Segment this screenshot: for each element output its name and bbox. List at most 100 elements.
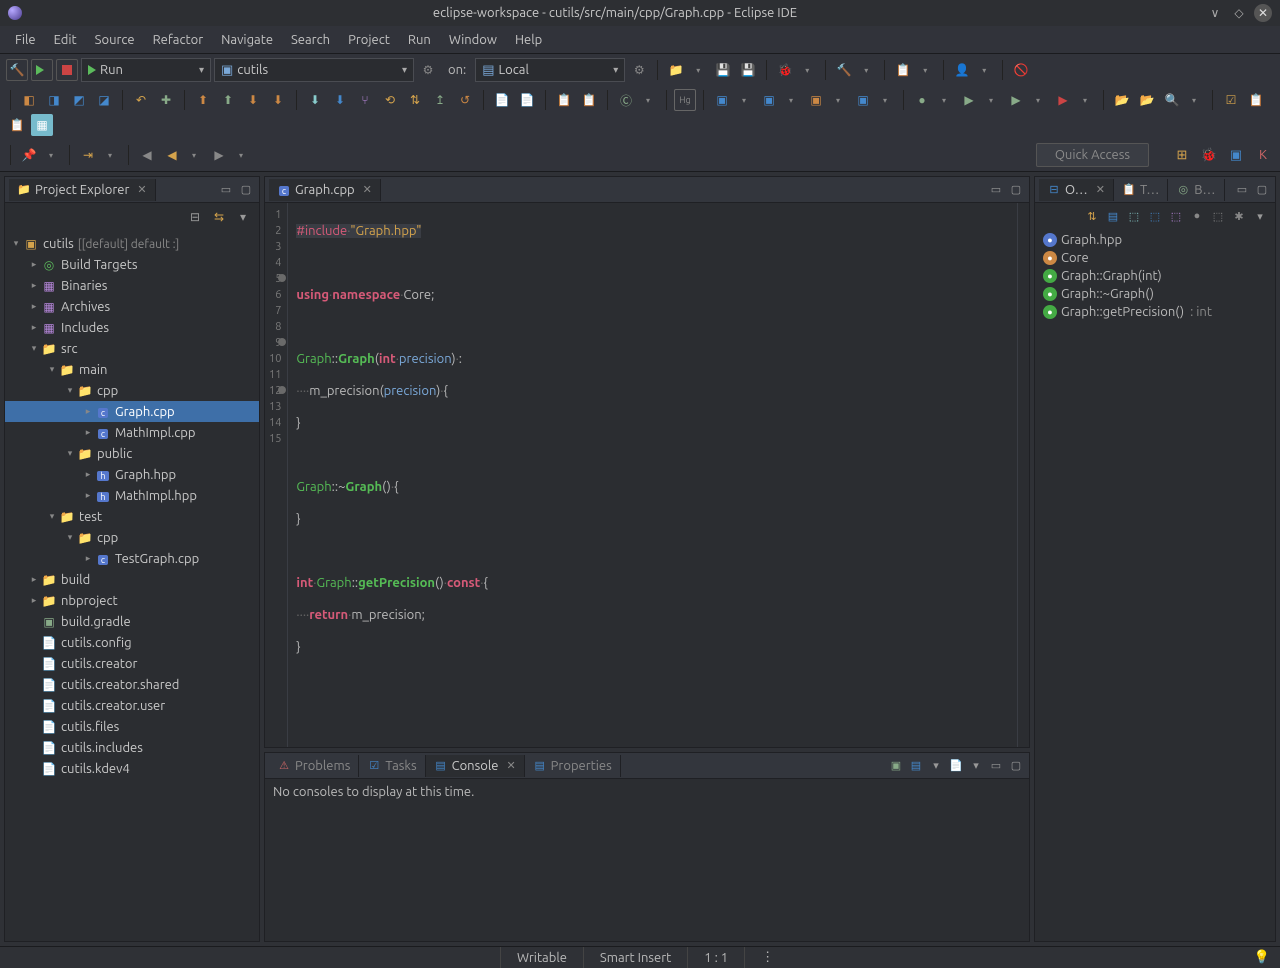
tb2-2[interactable]: ◨: [43, 89, 65, 111]
profile-dropdown[interactable]: ▾: [973, 59, 995, 81]
close-tab-icon[interactable]: ✕: [506, 759, 515, 772]
tree-item[interactable]: ▣build.gradle: [5, 611, 259, 632]
menu-run[interactable]: Run: [399, 29, 440, 51]
tree-item[interactable]: ▾📁cpp: [5, 380, 259, 401]
tb2-class[interactable]: Ⓒ: [615, 89, 637, 111]
tb3-nav[interactable]: ⇥: [77, 144, 99, 166]
tb2-f1[interactable]: 📄: [491, 89, 513, 111]
close-button[interactable]: ✕: [1254, 4, 1272, 22]
tasklist-tab[interactable]: 📋T…: [1114, 179, 1168, 201]
tb2-t1[interactable]: ☑: [1220, 89, 1242, 111]
debug-button[interactable]: 🐞: [774, 59, 796, 81]
menu-search[interactable]: Search: [282, 29, 339, 51]
new-dropdown[interactable]: ▾: [687, 59, 709, 81]
host-config-button[interactable]: ⚙: [628, 59, 650, 81]
tb3-pin[interactable]: 📌: [18, 144, 40, 166]
tree-item[interactable]: 📄cutils.creator: [5, 653, 259, 674]
launch-config-combo[interactable]: Run: [81, 58, 211, 82]
tb2-f2[interactable]: 📄: [516, 89, 538, 111]
hammer-button[interactable]: 🔨: [833, 59, 855, 81]
console-new-button[interactable]: 📄: [947, 757, 965, 775]
editor-tab-graph-cpp[interactable]: Graph.cpp ✕: [269, 179, 381, 201]
outline-list[interactable]: ●Graph.hpp●Core●Graph::Graph(int)●Graph:…: [1035, 229, 1275, 941]
tree-item[interactable]: ▾📁main: [5, 359, 259, 380]
tb2-reset[interactable]: ↺: [454, 89, 476, 111]
ol-sort[interactable]: ⇅: [1083, 207, 1101, 225]
outline-item[interactable]: ●Graph::getPrecision(): int: [1039, 303, 1271, 321]
tb2-fetch[interactable]: ⬇: [329, 89, 351, 111]
tree-item[interactable]: 📄cutils.includes: [5, 737, 259, 758]
tree-item[interactable]: ▸Graph.hpp: [5, 464, 259, 485]
tree-item[interactable]: ▾📁src: [5, 338, 259, 359]
tb2-down[interactable]: ⬆: [217, 89, 239, 111]
menu-window[interactable]: Window: [440, 29, 506, 51]
minimize-outline-button[interactable]: ▭: [1233, 181, 1251, 199]
tree-item[interactable]: ▸▦Archives: [5, 296, 259, 317]
tb2-rebase[interactable]: ⇅: [404, 89, 426, 111]
tb2-b1[interactable]: ▣: [711, 89, 733, 111]
save-all-button[interactable]: 💾: [737, 59, 759, 81]
tree-item[interactable]: ▾📁public: [5, 443, 259, 464]
tree-item[interactable]: ▸Graph.cpp: [5, 401, 259, 422]
minimize-view-button[interactable]: ▭: [217, 181, 235, 199]
tip-icon[interactable]: 💡: [1254, 950, 1270, 965]
menu-navigate[interactable]: Navigate: [212, 29, 282, 51]
tree-item[interactable]: ▸MathImpl.cpp: [5, 422, 259, 443]
console-pin-button[interactable]: ▣: [887, 757, 905, 775]
menu-edit[interactable]: Edit: [45, 29, 86, 51]
code-area[interactable]: #include·"Graph.hpp" using·namespace·Cor…: [288, 203, 1017, 747]
tree-item[interactable]: ▾📁cpp: [5, 527, 259, 548]
debug-perspective[interactable]: 🐞: [1198, 144, 1220, 166]
console-display-button[interactable]: ▤: [907, 757, 925, 775]
ol-f7[interactable]: ✱: [1230, 207, 1248, 225]
search2-button[interactable]: 📋: [892, 59, 914, 81]
problems-tab[interactable]: ⚠Problems: [269, 755, 359, 777]
tree-item[interactable]: 📄cutils.files: [5, 716, 259, 737]
console-body[interactable]: No consoles to display at this time.: [265, 779, 1029, 941]
tb2-commit[interactable]: ⬇: [242, 89, 264, 111]
tree-item[interactable]: ▸◎Build Targets: [5, 254, 259, 275]
maximize-console-button[interactable]: ▢: [1007, 757, 1025, 775]
menu-refactor[interactable]: Refactor: [144, 29, 213, 51]
ol-f2[interactable]: ⬚: [1125, 207, 1143, 225]
tb2-g2[interactable]: ▶: [958, 89, 980, 111]
hammer-dropdown[interactable]: ▾: [855, 59, 877, 81]
tb2-f3[interactable]: 📋: [553, 89, 575, 111]
ol-f4[interactable]: ⬚: [1167, 207, 1185, 225]
overview-ruler[interactable]: [1017, 203, 1029, 747]
tb2-t2[interactable]: 📋: [1245, 89, 1267, 111]
build-button[interactable]: 🔨: [6, 59, 28, 81]
debug-dropdown[interactable]: ▾: [796, 59, 818, 81]
tb2-b4[interactable]: ▣: [852, 89, 874, 111]
editor-body[interactable]: 123456789101112131415 #include·"Graph.hp…: [265, 203, 1029, 747]
outline-item[interactable]: ●Graph::~Graph(): [1039, 285, 1271, 303]
tb2-redo[interactable]: ✚: [155, 89, 177, 111]
tb2-hg[interactable]: Hg: [674, 89, 696, 111]
collapse-all-button[interactable]: ⊟: [185, 207, 205, 227]
close-tab-icon[interactable]: ✕: [1096, 183, 1105, 196]
tree-project-root[interactable]: ▾▣cutils[[default] default :]: [5, 233, 259, 254]
link-editor-button[interactable]: ⇆: [209, 207, 229, 227]
tb2-t4[interactable]: ▦: [31, 114, 53, 136]
properties-tab[interactable]: ▤Properties: [525, 755, 621, 777]
minimize-button[interactable]: ∨: [1206, 4, 1224, 22]
ol-f5[interactable]: ●: [1188, 207, 1206, 225]
minimize-editor-button[interactable]: ▭: [987, 181, 1005, 199]
ol-f3[interactable]: ⬚: [1146, 207, 1164, 225]
search2-dropdown[interactable]: ▾: [914, 59, 936, 81]
outline-item[interactable]: ●Graph.hpp: [1039, 231, 1271, 249]
maximize-view-button[interactable]: ▢: [237, 181, 255, 199]
tb3-fwd[interactable]: ▶: [208, 144, 230, 166]
close-tab-icon[interactable]: ✕: [137, 183, 146, 196]
tree-item[interactable]: 📄cutils.kdev4: [5, 758, 259, 779]
tb2-merge[interactable]: ⟲: [379, 89, 401, 111]
tree-item[interactable]: ▸MathImpl.hpp: [5, 485, 259, 506]
outline-item[interactable]: ●Graph::Graph(int): [1039, 267, 1271, 285]
new-button[interactable]: 📁: [665, 59, 687, 81]
tree-item[interactable]: ▸▦Includes: [5, 317, 259, 338]
tree-item[interactable]: 📄cutils.config: [5, 632, 259, 653]
tb2-g1[interactable]: ●: [911, 89, 933, 111]
tasks-tab[interactable]: ☑Tasks: [359, 755, 425, 777]
tb2-b2[interactable]: ▣: [758, 89, 780, 111]
run-button[interactable]: [31, 59, 53, 81]
